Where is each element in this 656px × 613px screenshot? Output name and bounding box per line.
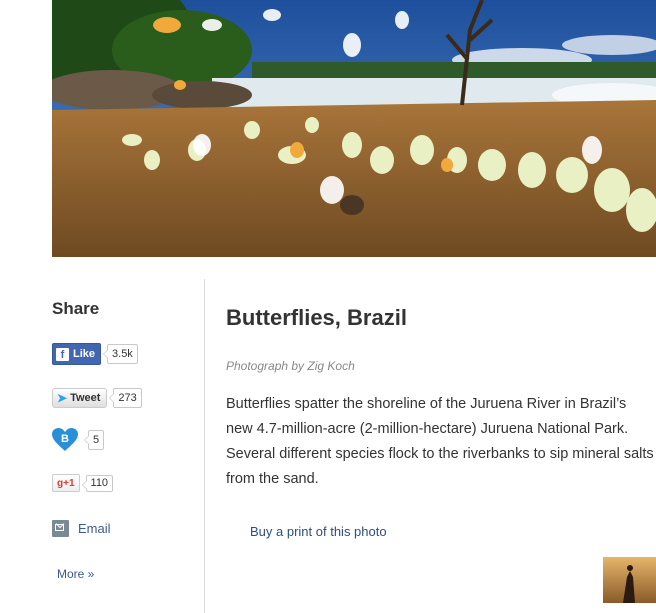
twitter-bird-icon: ➤ xyxy=(57,391,68,405)
bitcoin-heart-icon[interactable]: B xyxy=(52,428,78,452)
twitter-tweet-count: 273 xyxy=(109,388,142,408)
twitter-tweet-button[interactable]: ➤ Tweet xyxy=(52,388,108,408)
googleplus-count: 110 xyxy=(81,474,114,492)
twitter-tweet-label: Tweet xyxy=(70,392,101,404)
hero-photo xyxy=(52,0,656,257)
more-share-link[interactable]: More » xyxy=(57,567,94,581)
photo-title: Butterflies, Brazil xyxy=(226,305,407,330)
email-share-link[interactable]: Email xyxy=(52,520,111,537)
googleplus-button[interactable]: g+1 xyxy=(52,474,80,492)
svg-text:B: B xyxy=(61,433,69,445)
facebook-icon: f xyxy=(56,347,69,361)
facebook-like-group[interactable]: f Like 3.5k xyxy=(52,343,138,365)
envelope-icon xyxy=(52,520,69,537)
email-label: Email xyxy=(78,521,111,536)
photo-caption: Butterflies spatter the shoreline of the… xyxy=(226,396,654,487)
column-divider xyxy=(204,279,205,613)
bitcoin-tip-count: 5 xyxy=(83,430,105,450)
share-heading: Share xyxy=(52,299,100,318)
related-photo-thumbnail[interactable] xyxy=(603,557,656,603)
bitcoin-tip-group[interactable]: B 5 xyxy=(52,428,105,452)
twitter-tweet-group[interactable]: ➤ Tweet 273 xyxy=(52,388,142,408)
facebook-like-button[interactable]: f Like xyxy=(52,343,102,365)
facebook-like-count: 3.5k xyxy=(103,344,138,364)
photo-credit: Photograph by Zig Koch xyxy=(226,359,355,373)
facebook-like-label: Like xyxy=(73,348,96,360)
buy-print-link[interactable]: Buy a print of this photo xyxy=(250,524,387,539)
googleplus-group[interactable]: g+1 110 xyxy=(52,474,114,492)
